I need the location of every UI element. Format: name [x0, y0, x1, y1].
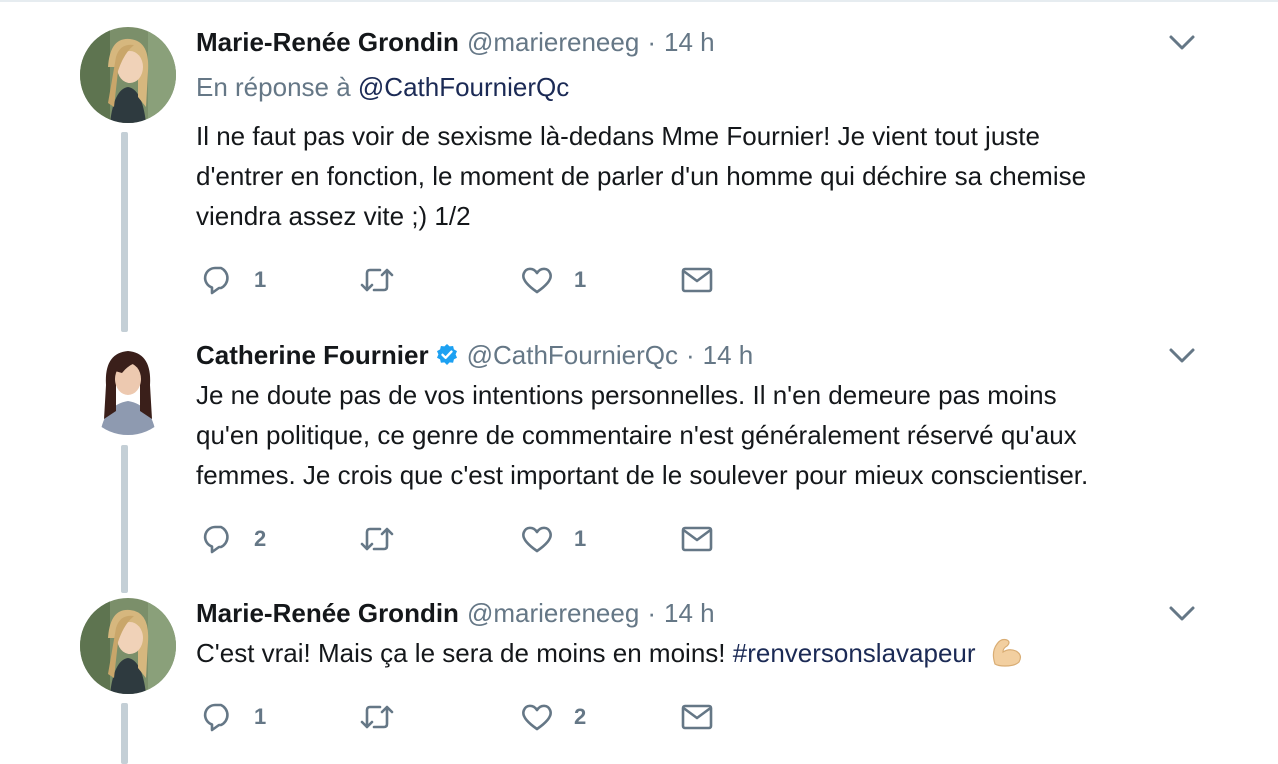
tweet-text-body: C'est vrai! Mais ça le sera de moins en … [196, 638, 726, 668]
reply-button[interactable]: 1 [202, 260, 266, 300]
reply-to-link[interactable]: @CathFournierQc [358, 72, 569, 102]
flexed-biceps-emoji-icon [989, 634, 1025, 679]
retweet-icon [358, 264, 396, 296]
verified-badge-icon [435, 343, 459, 367]
reply-context: En réponse à @CathFournierQc [196, 72, 569, 103]
direct-message-button[interactable] [680, 260, 714, 300]
reply-icon [202, 523, 234, 555]
separator: · [685, 339, 695, 370]
tweet-text-line: d'entrer en fonction, le moment de parle… [196, 161, 1087, 191]
reply-button[interactable]: 2 [202, 519, 266, 559]
tweet: Marie-Renée Grondin @mariereneeg · 14 h … [0, 22, 1278, 342]
chevron-down-icon[interactable] [1166, 28, 1198, 56]
timestamp[interactable]: 14 h [664, 27, 715, 58]
timestamp[interactable]: 14 h [664, 598, 715, 629]
tweet-text-line: qu'en politique, ce genre de commentaire… [196, 420, 1077, 450]
tweet-text: Il ne faut pas voir de sexisme là-dedans… [196, 116, 1196, 236]
tweet-text-line: Il ne faut pas voir de sexisme là-dedans… [196, 121, 1040, 151]
like-count: 1 [574, 526, 587, 551]
retweet-button[interactable] [358, 260, 396, 300]
author-handle[interactable]: @mariereneeg [467, 598, 639, 629]
chevron-down-icon[interactable] [1166, 599, 1198, 627]
author-handle[interactable]: @mariereneeg [467, 27, 639, 58]
hashtag-link[interactable]: #renversonslavapeur [733, 638, 976, 668]
tweet-actions: 1 2 [196, 697, 736, 737]
separator: · [647, 26, 656, 57]
author-handle[interactable]: @CathFournierQc [467, 340, 678, 371]
tweet-actions: 1 1 [196, 260, 736, 300]
timestamp[interactable]: 14 h [703, 340, 754, 371]
thread-line [121, 445, 128, 593]
reply-icon [202, 264, 234, 296]
author-name[interactable]: Catherine Fournier [196, 340, 429, 371]
retweet-icon [358, 701, 396, 733]
chevron-down-icon[interactable] [1166, 341, 1198, 369]
retweet-button[interactable] [358, 697, 396, 737]
reply-button[interactable]: 1 [202, 697, 266, 737]
reply-count: 1 [254, 267, 267, 292]
heart-icon [520, 523, 554, 555]
envelope-icon [680, 265, 714, 295]
author-name[interactable]: Marie-Renée Grondin [196, 27, 459, 58]
retweet-icon [358, 523, 396, 555]
like-button[interactable]: 1 [520, 260, 586, 300]
reply-count: 2 [254, 526, 267, 551]
envelope-icon [680, 702, 714, 732]
avatar[interactable] [80, 339, 176, 435]
like-button[interactable]: 1 [520, 519, 586, 559]
reply-prefix: En réponse à [196, 72, 351, 102]
tweet-actions: 2 1 [196, 519, 736, 559]
avatar[interactable] [80, 598, 176, 694]
thread-line [121, 132, 128, 332]
separator: · [647, 597, 656, 628]
envelope-icon [680, 524, 714, 554]
retweet-button[interactable] [358, 519, 396, 559]
like-button[interactable]: 2 [520, 697, 586, 737]
heart-icon [520, 701, 554, 733]
tweet-text-line: femmes. Je crois que c'est important de … [196, 460, 1089, 490]
top-divider [0, 0, 1278, 2]
reply-icon [202, 701, 234, 733]
thread-line [121, 703, 128, 764]
author-name[interactable]: Marie-Renée Grondin [196, 598, 459, 629]
tweet: Catherine Fournier @CathFournierQc · 14 … [0, 335, 1278, 595]
tweet-header: Catherine Fournier @CathFournierQc · 14 … [196, 335, 753, 375]
tweet-text-line: viendra assez vite ;) 1/2 [196, 201, 471, 231]
tweet-text: Je ne doute pas de vos intentions person… [196, 375, 1196, 495]
tweet-header: Marie-Renée Grondin @mariereneeg · 14 h [196, 593, 715, 633]
direct-message-button[interactable] [680, 519, 714, 559]
tweet-text-line: Je ne doute pas de vos intentions person… [196, 380, 1057, 410]
like-count: 2 [574, 704, 587, 729]
like-count: 1 [574, 267, 587, 292]
tweet-text: C'est vrai! Mais ça le sera de moins en … [196, 633, 1196, 679]
reply-count: 1 [254, 704, 267, 729]
tweet-header: Marie-Renée Grondin @mariereneeg · 14 h [196, 22, 715, 62]
tweet: Marie-Renée Grondin @mariereneeg · 14 h … [0, 593, 1278, 764]
heart-icon [520, 264, 554, 296]
avatar[interactable] [80, 27, 176, 123]
direct-message-button[interactable] [680, 697, 714, 737]
